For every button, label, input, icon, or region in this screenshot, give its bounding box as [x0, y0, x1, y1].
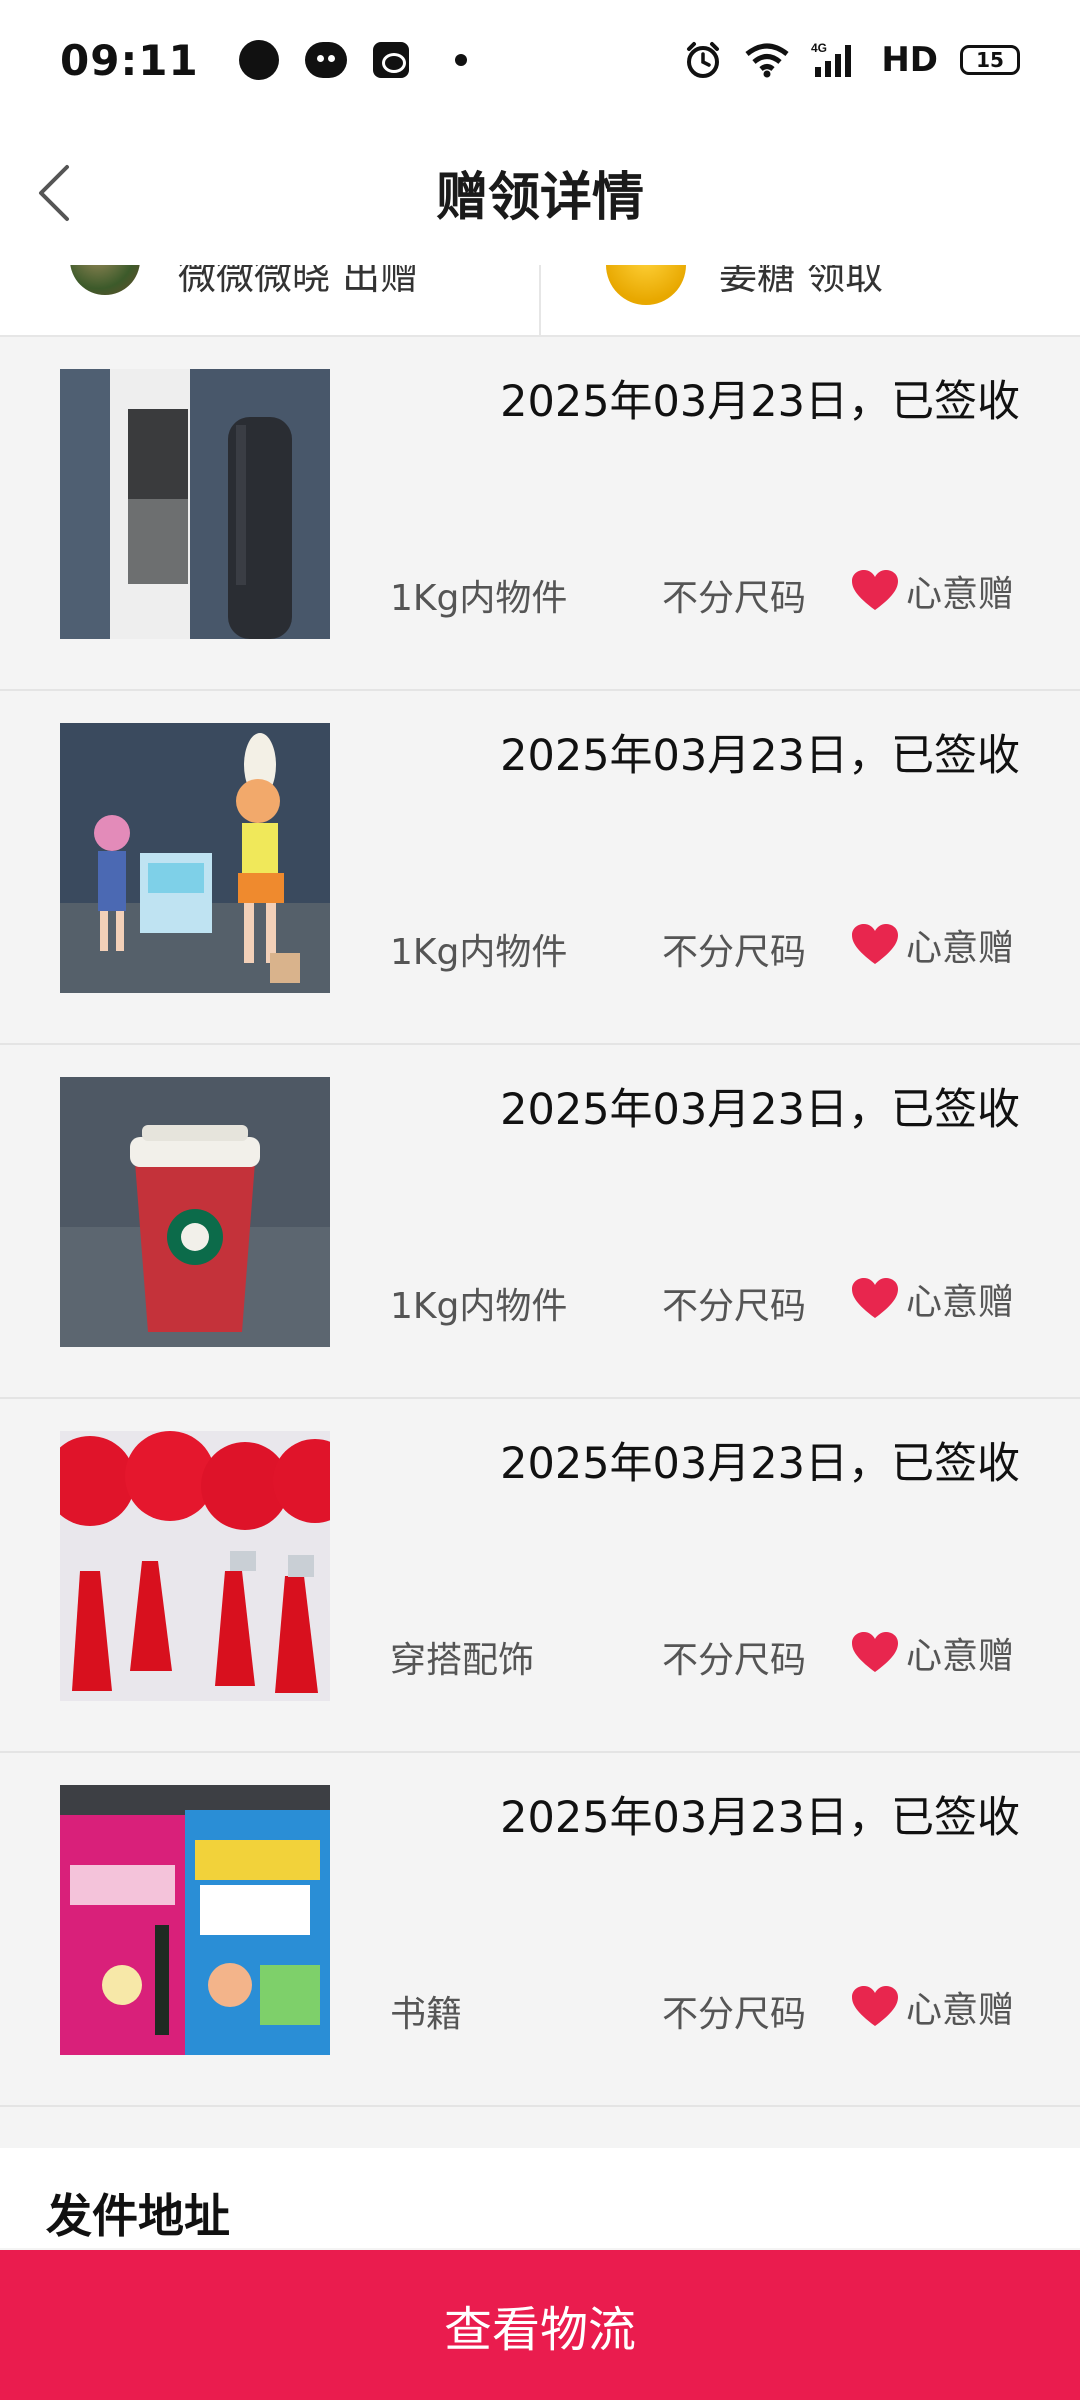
gift-category: 穿搭配饰: [390, 1640, 535, 1681]
gift-tag: 心意赠: [852, 919, 1014, 971]
notification-icons: [238, 40, 467, 80]
battery-level: 15: [976, 48, 1004, 72]
address-title: 发件地址: [46, 2189, 230, 2243]
page-header: 赠领详情: [0, 120, 1080, 265]
gift-tag: 心意赠: [852, 1981, 1014, 2033]
giver-label: 微微微晓 出赠: [178, 265, 419, 298]
giver-avatar: [70, 265, 140, 295]
gift-thumbnail-cup[interactable]: [60, 1077, 330, 1347]
gift-category: 1Kg内物件: [390, 932, 568, 973]
gift-thumbnail-tassels[interactable]: [60, 1431, 330, 1701]
gift-row[interactable]: 2025年03月23日，已签收 书籍 不分尺码 心意赠: [0, 1753, 1080, 2107]
gift-size: 不分尺码: [662, 1994, 807, 2035]
gift-tag: 心意赠: [852, 1627, 1014, 1679]
gift-date: 2025年03月23日，已签收: [500, 1793, 1020, 1843]
giver-cell: 微微微晓 出赠: [0, 265, 539, 335]
system-status-icons: 4G HD 15: [683, 40, 1020, 80]
chat-notification-icon: [304, 42, 347, 78]
gift-thumbnail-thermos[interactable]: [60, 369, 330, 639]
gift-size: 不分尺码: [662, 1640, 807, 1681]
heart-icon: [852, 1986, 898, 2026]
heart-icon: [852, 1632, 898, 1672]
giver-receiver-row: 微微微晓 出赠 姜糖 领取: [0, 265, 1080, 337]
gift-category: 书籍: [390, 1994, 463, 2035]
gift-date: 2025年03月23日，已签收: [500, 731, 1020, 781]
gift-tag-label: 心意赠: [906, 1990, 1015, 2031]
heart-icon: [852, 1278, 898, 1318]
gift-row[interactable]: 2025年03月23日，已签收 穿搭配饰 不分尺码 心意赠: [0, 1399, 1080, 1753]
chevron-left-icon: [39, 165, 69, 221]
gift-date: 2025年03月23日，已签收: [500, 377, 1020, 427]
svg-text:4G: 4G: [811, 41, 827, 55]
status-bar: 09:11 4G HD 15: [0, 0, 1080, 120]
gift-row[interactable]: 2025年03月23日，已签收 1Kg内物件 不分尺码 心意赠: [0, 691, 1080, 1045]
weibo-notification-icon: [372, 42, 409, 78]
gift-tag-label: 心意赠: [906, 1282, 1015, 1323]
gift-row[interactable]: 2025年03月23日，已签收 1Kg内物件 不分尺码 心意赠: [0, 1045, 1080, 1399]
heart-icon: [852, 570, 898, 610]
battery-icon: 15: [960, 45, 1020, 75]
receiver-cell: 姜糖 领取: [539, 265, 1080, 335]
gift-tag-label: 心意赠: [906, 1636, 1015, 1677]
gift-date: 2025年03月23日，已签收: [500, 1085, 1020, 1135]
hd-indicator: HD: [881, 40, 938, 80]
gift-tag-label: 心意赠: [906, 574, 1015, 615]
receiver-label: 姜糖 领取: [719, 265, 884, 298]
gift-list: 2025年03月23日，已签收 1Kg内物件 不分尺码 心意赠 2025年03月…: [0, 337, 1080, 2107]
view-logistics-button[interactable]: 查看物流: [0, 2250, 1080, 2400]
wifi-icon: [745, 43, 789, 78]
gift-tag-label: 心意赠: [906, 928, 1015, 969]
gift-thumbnail-books[interactable]: [60, 1785, 330, 2055]
gift-category: 1Kg内物件: [390, 578, 568, 619]
back-button[interactable]: [20, 158, 90, 228]
gift-size: 不分尺码: [662, 578, 807, 619]
more-notifications-dot-icon: [454, 54, 467, 66]
status-time: 09:11: [60, 35, 199, 85]
address-section: 发件地址: [0, 2148, 1080, 2248]
heart-icon: [852, 924, 898, 964]
gift-category: 1Kg内物件: [390, 1286, 568, 1327]
gift-row[interactable]: 2025年03月23日，已签收 1Kg内物件 不分尺码 心意赠: [0, 337, 1080, 691]
page-title: 赠领详情: [435, 168, 644, 228]
alarm-icon: [687, 42, 720, 78]
gift-size: 不分尺码: [662, 932, 807, 973]
gift-tag: 心意赠: [852, 1273, 1014, 1325]
gift-date: 2025年03月23日，已签收: [500, 1439, 1020, 1489]
gift-thumbnail-figures[interactable]: [60, 723, 330, 993]
gift-tag: 心意赠: [852, 565, 1014, 617]
gift-size: 不分尺码: [662, 1286, 807, 1327]
app-notification-icon: [238, 40, 279, 80]
cellular-signal-icon: 4G: [811, 41, 852, 77]
receiver-avatar: [606, 265, 686, 305]
